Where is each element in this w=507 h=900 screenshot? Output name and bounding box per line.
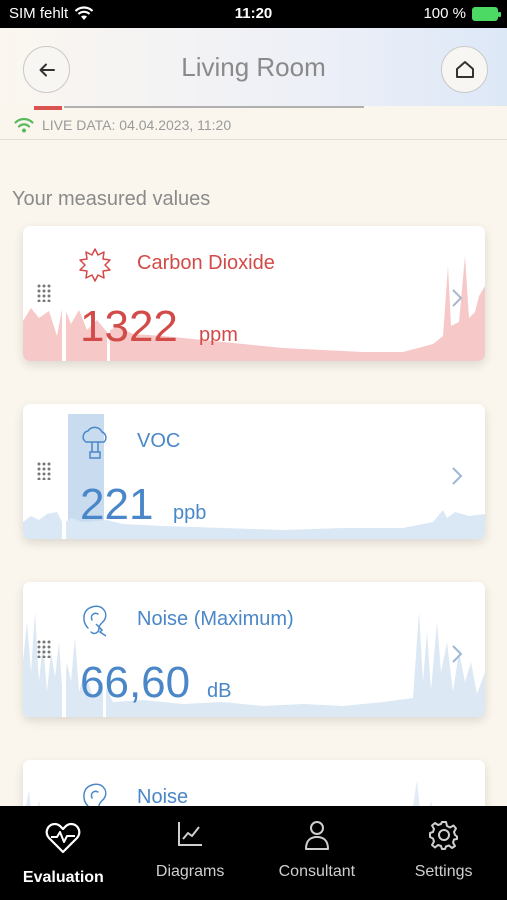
co2-burst-icon bbox=[79, 248, 111, 282]
card-name: VOC bbox=[137, 430, 181, 452]
gear-icon bbox=[428, 821, 458, 850]
heart-pulse-icon bbox=[46, 822, 81, 854]
home-icon bbox=[455, 61, 474, 78]
battery-icon bbox=[472, 6, 501, 21]
measurement-card-noise-max[interactable]: Noise (Maximum) 66,60 dB bbox=[23, 582, 485, 717]
battery-percent: 100 % bbox=[423, 5, 466, 22]
person-icon bbox=[304, 821, 329, 850]
card-value: 66,60 bbox=[80, 658, 191, 707]
section-title: Your measured values bbox=[12, 188, 211, 210]
tab-label: Consultant bbox=[278, 863, 356, 880]
measurement-card-voc[interactable]: VOC 221 ppb bbox=[23, 404, 485, 539]
card-name: Carbon Dioxide bbox=[137, 252, 275, 274]
status-bar: SIM fehlt 11:20 100 % bbox=[0, 0, 507, 28]
line-chart-icon bbox=[178, 822, 203, 846]
chevron-right-icon[interactable] bbox=[451, 288, 463, 308]
tab-label: Diagrams bbox=[155, 863, 225, 880]
bottom-tab-bar: Evaluation Diagrams Consultant Settings bbox=[0, 806, 507, 900]
top-header: Living Room bbox=[0, 28, 507, 106]
home-button[interactable] bbox=[441, 46, 488, 93]
drag-handle-icon[interactable] bbox=[37, 284, 51, 307]
tab-settings[interactable]: Settings bbox=[380, 806, 507, 900]
card-unit: dB bbox=[207, 680, 232, 702]
ear-icon bbox=[83, 605, 107, 637]
card-value: 221 bbox=[80, 480, 154, 529]
tab-label: Evaluation bbox=[22, 869, 104, 886]
page-title: Living Room bbox=[181, 52, 326, 82]
drag-handle-icon[interactable] bbox=[37, 462, 51, 485]
card-unit: ppm bbox=[199, 324, 238, 346]
chevron-right-icon[interactable] bbox=[451, 644, 463, 664]
tab-diagrams[interactable]: Diagrams bbox=[127, 806, 254, 900]
tab-evaluation[interactable]: Evaluation bbox=[0, 806, 127, 900]
tab-consultant[interactable]: Consultant bbox=[254, 806, 381, 900]
tab-label: Settings bbox=[414, 863, 473, 880]
card-value: 1322 bbox=[80, 302, 178, 351]
live-data-label: LIVE DATA: 04.04.2023, 11:20 bbox=[42, 116, 232, 133]
measurement-card-co2[interactable]: Carbon Dioxide 1322 ppm bbox=[23, 226, 485, 361]
voc-cloud-icon bbox=[82, 426, 107, 459]
scrolled-content-line bbox=[64, 106, 364, 108]
wifi-signal-icon bbox=[14, 117, 34, 133]
drag-handle-icon[interactable] bbox=[37, 640, 51, 663]
scrolled-content-edge bbox=[34, 106, 62, 110]
card-name: Noise (Maximum) bbox=[137, 608, 294, 630]
chevron-right-icon[interactable] bbox=[451, 466, 463, 486]
card-unit: ppb bbox=[173, 502, 207, 524]
live-data-strip: LIVE DATA: 04.04.2023, 11:20 bbox=[0, 106, 507, 140]
